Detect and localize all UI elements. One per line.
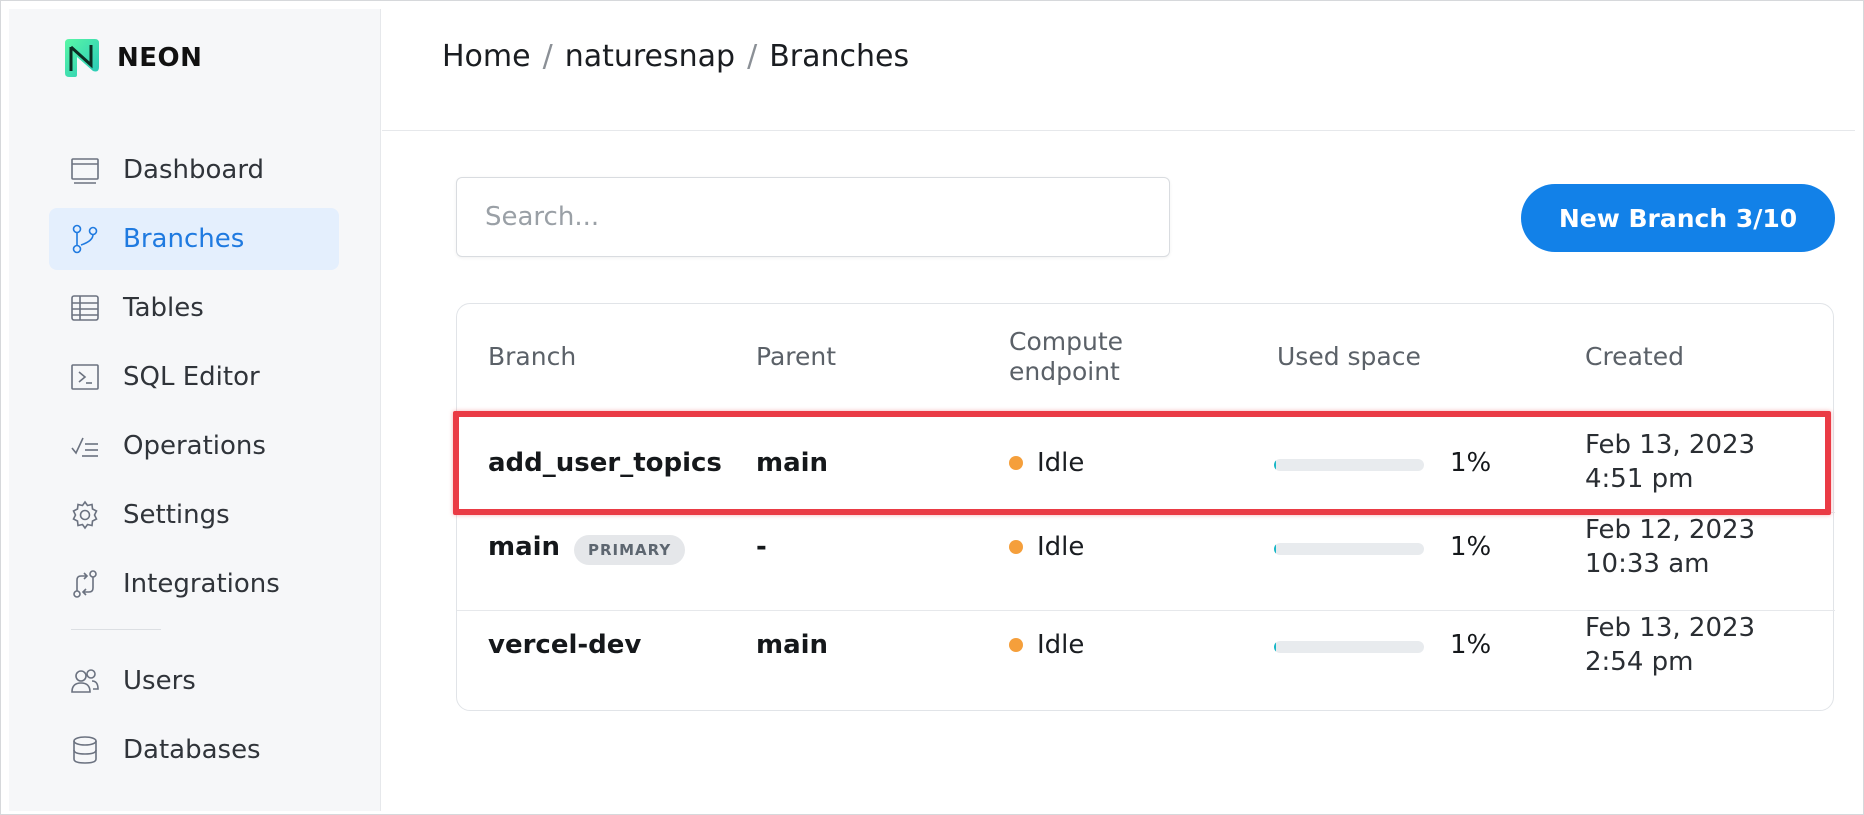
sidebar-nav: Dashboard Branches Tables SQL Editor Ope… xyxy=(49,139,339,788)
parent-branch[interactable]: main xyxy=(756,630,828,660)
created-datetime: Feb 13, 2023 2:54 pm xyxy=(1585,611,1755,679)
table-row[interactable]: main PRIMARY - Idle 1% Feb 12, 2023 10:3… xyxy=(457,512,1835,610)
breadcrumb-current: Branches xyxy=(769,39,910,74)
operations-icon xyxy=(69,430,101,462)
table-row[interactable]: vercel-dev main Idle 1% Feb 13, 2023 2:5… xyxy=(457,610,1835,708)
breadcrumb-home[interactable]: Home xyxy=(442,39,531,74)
branches-table: Branch Parent Compute endpoint Used spac… xyxy=(456,303,1835,711)
integrations-icon xyxy=(69,568,101,600)
logo-text: NEON xyxy=(117,43,203,73)
used-space-fill xyxy=(1274,543,1276,555)
sidebar-item-integrations[interactable]: Integrations xyxy=(49,553,339,615)
used-space-bar xyxy=(1274,543,1424,555)
used-space-percent: 1% xyxy=(1450,630,1492,660)
branch-name-link[interactable]: main xyxy=(488,532,560,562)
idle-status-dot xyxy=(1009,456,1023,470)
branch-name-link[interactable]: add_user_topics xyxy=(488,448,722,478)
sidebar-item-dashboard[interactable]: Dashboard xyxy=(49,139,339,201)
column-header-parent[interactable]: Parent xyxy=(756,342,836,372)
sidebar-item-label: Dashboard xyxy=(123,155,265,185)
created-date: Feb 13, 2023 xyxy=(1585,613,1756,643)
parent-branch: - xyxy=(756,532,767,562)
created-date: Feb 13, 2023 xyxy=(1585,430,1756,460)
sql-editor-icon xyxy=(69,361,101,393)
created-date: Feb 12, 2023 xyxy=(1585,515,1756,545)
compute-status: Idle xyxy=(1009,448,1084,478)
breadcrumb-separator: / xyxy=(542,39,553,74)
column-header-used-space[interactable]: Used space xyxy=(1277,342,1421,372)
search-input[interactable] xyxy=(457,178,1169,256)
used-space-bar xyxy=(1274,459,1424,471)
sidebar-item-users[interactable]: Users xyxy=(49,650,339,712)
breadcrumb-separator: / xyxy=(747,39,758,74)
search-box xyxy=(456,177,1170,257)
used-space-percent: 1% xyxy=(1450,532,1492,562)
breadcrumb: Home / naturesnap / Branches xyxy=(442,39,909,74)
used-space-fill xyxy=(1274,641,1276,653)
neon-logo[interactable]: NEON xyxy=(61,37,202,79)
tables-icon xyxy=(69,292,101,324)
compute-status: Idle xyxy=(1009,630,1084,660)
branches-icon xyxy=(69,223,101,255)
gear-icon xyxy=(69,499,101,531)
sidebar-item-operations[interactable]: Operations xyxy=(49,415,339,477)
sidebar-item-label: Settings xyxy=(123,500,230,530)
sidebar-item-label: Users xyxy=(123,666,196,696)
column-header-created[interactable]: Created xyxy=(1585,342,1684,372)
sidebar: NEON Dashboard Branches Tables SQL Edito… xyxy=(9,9,381,811)
sidebar-item-tables[interactable]: Tables xyxy=(49,277,339,339)
created-time: 4:51 pm xyxy=(1585,464,1694,494)
app-window: NEON Dashboard Branches Tables SQL Edito… xyxy=(0,0,1864,815)
parent-branch[interactable]: main xyxy=(756,448,828,478)
sidebar-item-label: SQL Editor xyxy=(123,362,260,392)
sidebar-item-label: Operations xyxy=(123,431,266,461)
status-text: Idle xyxy=(1037,532,1085,562)
sidebar-divider xyxy=(71,629,161,630)
page-header: Home / naturesnap / Branches xyxy=(382,9,1855,131)
used-space-fill xyxy=(1274,459,1276,471)
sidebar-item-sql-editor[interactable]: SQL Editor xyxy=(49,346,339,408)
used-space-percent: 1% xyxy=(1450,448,1492,478)
breadcrumb-project[interactable]: naturesnap xyxy=(565,39,735,74)
compute-status: Idle xyxy=(1009,532,1084,562)
status-text: Idle xyxy=(1037,448,1085,478)
table-row[interactable]: add_user_topics main Idle 1% Feb 13, 202… xyxy=(457,414,1835,512)
idle-status-dot xyxy=(1009,540,1023,554)
sidebar-item-branches[interactable]: Branches xyxy=(49,208,339,270)
primary-badge: PRIMARY xyxy=(574,535,686,565)
neon-logo-icon xyxy=(65,39,99,77)
created-time: 2:54 pm xyxy=(1585,647,1694,677)
column-header-branch[interactable]: Branch xyxy=(488,342,576,372)
sidebar-item-settings[interactable]: Settings xyxy=(49,484,339,546)
status-text: Idle xyxy=(1037,630,1085,660)
created-time: 10:33 am xyxy=(1585,549,1710,579)
sidebar-item-label: Integrations xyxy=(123,569,280,599)
used-space-bar xyxy=(1274,641,1424,653)
users-icon xyxy=(69,665,101,697)
dashboard-icon xyxy=(69,154,101,186)
idle-status-dot xyxy=(1009,638,1023,652)
sidebar-item-label: Databases xyxy=(123,735,261,765)
sidebar-item-label: Branches xyxy=(123,224,245,254)
branch-name-link[interactable]: vercel-dev xyxy=(488,630,641,660)
database-icon xyxy=(69,734,101,766)
sidebar-item-label: Tables xyxy=(123,293,204,323)
created-datetime: Feb 12, 2023 10:33 am xyxy=(1585,513,1755,581)
created-datetime: Feb 13, 2023 4:51 pm xyxy=(1585,428,1755,496)
new-branch-button[interactable]: New Branch 3/10 xyxy=(1521,184,1835,252)
column-header-compute-endpoint[interactable]: Compute endpoint xyxy=(1009,327,1123,387)
sidebar-item-databases[interactable]: Databases xyxy=(49,719,339,781)
